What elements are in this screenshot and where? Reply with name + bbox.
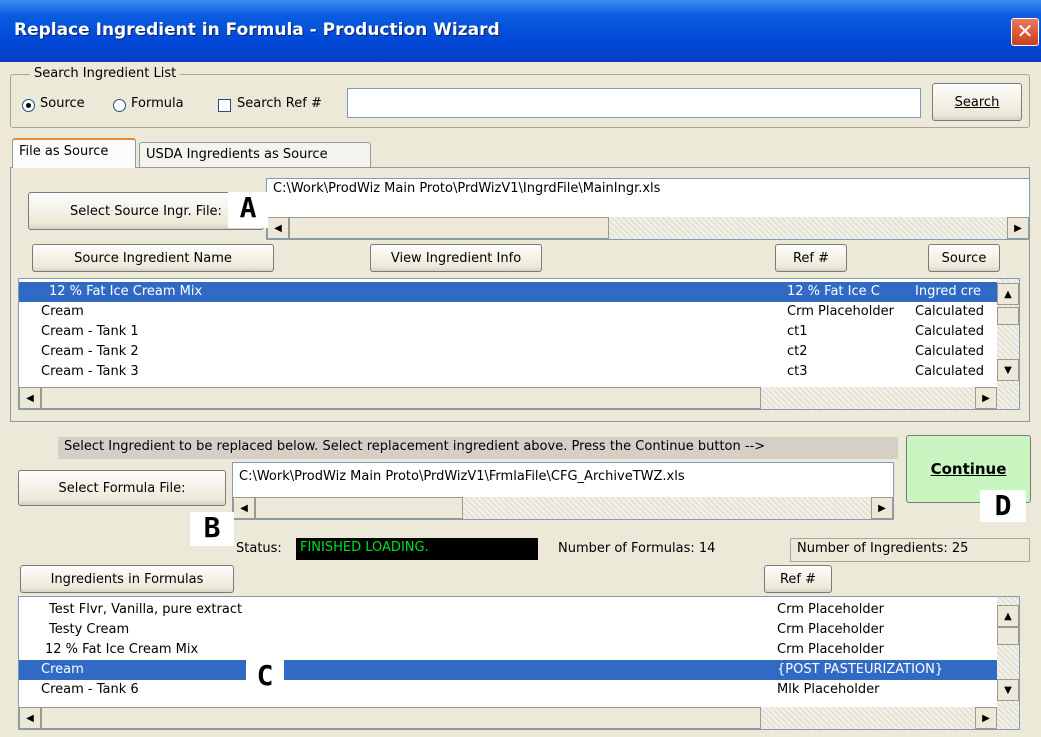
ingredient-name: Cream - Tank 1 (41, 324, 139, 339)
search-input[interactable] (347, 88, 921, 118)
ingredient-ref: ct1 (787, 324, 808, 339)
scroll-thumb[interactable] (41, 707, 761, 729)
scroll-thumb[interactable] (997, 307, 1019, 325)
ingredients-in-formulas-header[interactable]: Ingredients in Formulas (20, 565, 234, 593)
list-item[interactable]: 12 % Fat Ice Cream Mix Crm Placeholder (19, 640, 997, 660)
marker-a: A (228, 192, 268, 228)
scroll-right-icon[interactable]: ▶ (975, 707, 997, 729)
ingredient-ref: Crm Placeholder (777, 642, 884, 657)
list-item[interactable]: Cream - Tank 3 ct3 Calculated (19, 362, 997, 382)
ingredient-name: Testy Cream (49, 622, 130, 637)
tab-file-as-source[interactable]: File as Source (12, 138, 136, 168)
scroll-down-icon[interactable]: ▼ (997, 359, 1019, 381)
scroll-left-icon[interactable]: ◀ (19, 387, 41, 409)
ingredient-name: Cream - Tank 2 (41, 344, 139, 359)
search-group-label: Search Ingredient List (30, 66, 181, 81)
tab-usda-ingredients[interactable]: USDA Ingredients as Source (139, 142, 371, 168)
ingredient-name: 12 % Fat Ice Cream Mix (45, 642, 199, 657)
ingredient-ref: ct3 (787, 364, 808, 379)
source-ref-header[interactable]: Ref # (775, 244, 847, 272)
select-formula-file-label: Select Formula File: (58, 480, 186, 496)
scroll-right-icon[interactable]: ▶ (1007, 217, 1029, 239)
radio-source[interactable] (22, 99, 35, 112)
ingredient-ref: {POST PASTEURIZATION} (777, 662, 944, 677)
instruction-text: Select Ingredient to be replaced below. … (58, 437, 898, 459)
radio-selected-dot (26, 103, 31, 108)
status-value: FINISHED LOADING. (296, 538, 538, 560)
list-item[interactable]: 12 % Fat Ice Cream Mix 12 % Fat Ice C In… (19, 282, 997, 302)
radio-formula-label[interactable]: Formula (131, 96, 184, 111)
scroll-thumb[interactable] (289, 217, 609, 239)
source-file-path[interactable]: C:\Work\ProdWiz Main Proto\PrdWizV1\Ingr… (266, 178, 1030, 240)
ingredient-ref: Crm Placeholder (777, 622, 884, 637)
ingredient-ref: Crm Placeholder (787, 304, 894, 319)
ingredient-ref: Crm Placeholder (777, 602, 884, 617)
scroll-right-icon[interactable]: ▶ (871, 497, 893, 519)
list-item[interactable]: Cream - Tank 6 Mlk Placeholder (19, 680, 997, 700)
formula-file-path-text: C:\Work\ProdWiz Main Proto\PrdWizV1\Frml… (239, 469, 685, 484)
source-ingredient-list[interactable]: 12 % Fat Ice Cream Mix 12 % Fat Ice C In… (18, 278, 1020, 410)
ingredient-name: Cream - Tank 6 (41, 682, 139, 697)
search-ref-checkbox[interactable] (218, 99, 231, 112)
ingredient-ref: ct2 (787, 344, 808, 359)
formulas-count: Number of Formulas: 14 (558, 541, 716, 556)
ingredient-name: 12 % Fat Ice Cream Mix (49, 284, 203, 299)
status-label: Status: (236, 541, 282, 556)
view-ingredient-info-button[interactable]: View Ingredient Info (370, 244, 542, 272)
scroll-left-icon[interactable]: ◀ (19, 707, 41, 729)
scroll-thumb[interactable] (997, 627, 1019, 645)
ingredient-ref: Mlk Placeholder (777, 682, 880, 697)
scroll-left-icon[interactable]: ◀ (267, 217, 289, 239)
ingredient-name: Test Flvr, Vanilla, pure extract (49, 602, 243, 617)
scroll-right-icon[interactable]: ▶ (975, 387, 997, 409)
formula-ref-header[interactable]: Ref # (764, 565, 832, 593)
list-item[interactable]: Cream - Tank 2 ct2 Calculated (19, 342, 997, 362)
ingredient-source: Calculated (915, 344, 984, 359)
scroll-down-icon[interactable]: ▼ (997, 679, 1019, 701)
source-file-path-text: C:\Work\ProdWiz Main Proto\PrdWizV1\Ingr… (273, 181, 661, 196)
formula-file-path[interactable]: C:\Work\ProdWiz Main Proto\PrdWizV1\Frml… (232, 462, 894, 520)
scroll-up-icon[interactable]: ▲ (997, 605, 1019, 627)
ingredient-name: Cream (41, 662, 84, 677)
search-ref-label[interactable]: Search Ref # (237, 96, 322, 111)
list-item[interactable]: Cream {POST PASTEURIZATION} (19, 660, 997, 680)
marker-c: C (246, 660, 284, 692)
search-button-label: Search (954, 94, 1000, 110)
radio-source-label[interactable]: Source (40, 96, 85, 111)
list-item[interactable]: Testy Cream Crm Placeholder (19, 620, 997, 640)
marker-b: B (190, 512, 234, 546)
ingredient-source: Calculated (915, 324, 984, 339)
marker-d: D (980, 490, 1026, 522)
source-ingredient-name-header[interactable]: Source Ingredient Name (32, 244, 274, 272)
ingredient-source: Ingred cre (915, 284, 981, 299)
title-bar[interactable]: Replace Ingredient in Formula - Producti… (0, 0, 1041, 62)
wizard-window: Replace Ingredient in Formula - Producti… (0, 0, 1041, 737)
search-button[interactable]: Search (932, 83, 1022, 121)
ingredients-count: Number of Ingredients: 25 (790, 538, 1030, 562)
scroll-thumb[interactable] (41, 387, 761, 409)
window-title: Replace Ingredient in Formula - Producti… (14, 20, 500, 40)
ingredient-name: Cream - Tank 3 (41, 364, 139, 379)
ingredient-ref: 12 % Fat Ice C (787, 284, 880, 299)
ingredient-source: Calculated (915, 304, 984, 319)
ingredient-source: Calculated (915, 364, 984, 379)
list-item[interactable]: Cream - Tank 1 ct1 Calculated (19, 322, 997, 342)
scroll-left-icon[interactable]: ◀ (233, 497, 255, 519)
select-formula-file-button[interactable]: Select Formula File: (18, 470, 226, 506)
source-column-header[interactable]: Source (928, 244, 1000, 272)
ingredient-name: Cream (41, 304, 84, 319)
scroll-thumb[interactable] (255, 497, 463, 519)
close-icon[interactable]: ✕ (1011, 18, 1039, 46)
select-source-file-label: Select Source Ingr. File: (70, 203, 222, 219)
scroll-up-icon[interactable]: ▲ (997, 283, 1019, 305)
list-item[interactable]: Cream Crm Placeholder Calculated (19, 302, 997, 322)
radio-formula[interactable] (113, 99, 126, 112)
formula-ingredient-list[interactable]: Test Flvr, Vanilla, pure extract Crm Pla… (18, 596, 1020, 730)
continue-button-label: Continue (930, 460, 1007, 478)
list-item[interactable]: Test Flvr, Vanilla, pure extract Crm Pla… (19, 600, 997, 620)
